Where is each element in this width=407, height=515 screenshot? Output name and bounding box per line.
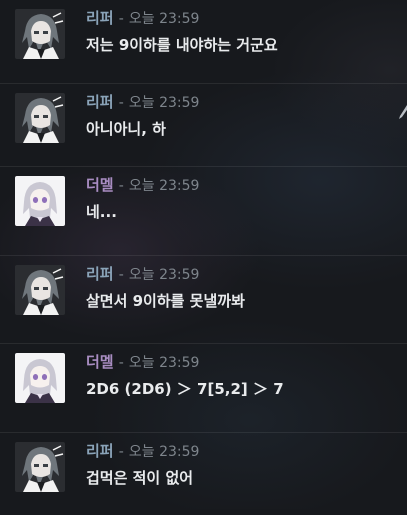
message-text: 2D6 (2D6) ＞ 7[5,2] ＞ 7 (86, 380, 284, 398)
gray-haired-character-avatar-icon (15, 442, 65, 492)
message-text: 아니아니, 하 (86, 120, 166, 138)
white-haired-character-avatar-icon (15, 176, 65, 226)
separator: - (118, 444, 124, 460)
message-text: 겁먹은 적이 없어 (86, 469, 194, 487)
message-text: 네... (86, 203, 117, 221)
avatar[interactable] (15, 9, 65, 59)
author-name[interactable]: 리퍼 (86, 265, 114, 283)
author-name[interactable]: 리퍼 (86, 93, 114, 111)
avatar[interactable] (15, 93, 65, 143)
message-text: 저는 9이하를 내야하는 거군요 (86, 36, 278, 54)
timestamp: 오늘 23:59 (128, 95, 200, 111)
separator: - (118, 95, 124, 111)
chat-message: 리퍼 - 오늘 23:59 겁먹은 적이 없어 (0, 432, 407, 515)
message-header: 더멜 - 오늘 23:59 (86, 175, 199, 195)
avatar[interactable] (15, 442, 65, 492)
timestamp: 오늘 23:59 (128, 178, 200, 194)
chat-message: 리퍼 - 오늘 23:59 살면서 9이하를 못낼까봐 (0, 255, 407, 338)
message-header: 리퍼 - 오늘 23:59 (86, 441, 199, 461)
chat-message: 더멜 - 오늘 23:59 네... (0, 166, 407, 249)
message-header: 더멜 - 오늘 23:59 (86, 352, 199, 372)
gray-haired-character-avatar-icon (15, 9, 65, 59)
timestamp: 오늘 23:59 (128, 355, 200, 371)
separator: - (118, 11, 124, 27)
gray-haired-character-avatar-icon (15, 265, 65, 315)
author-name[interactable]: 더멜 (86, 176, 114, 194)
separator: - (118, 178, 124, 194)
message-header: 리퍼 - 오늘 23:59 (86, 8, 199, 28)
timestamp: 오늘 23:59 (128, 11, 200, 27)
author-name[interactable]: 리퍼 (86, 442, 114, 460)
chat-message: 리퍼 - 오늘 23:59 아니아니, 하 (0, 83, 407, 166)
avatar[interactable] (15, 176, 65, 226)
gray-haired-character-avatar-icon (15, 93, 65, 143)
avatar[interactable] (15, 265, 65, 315)
message-header: 리퍼 - 오늘 23:59 (86, 264, 199, 284)
author-name[interactable]: 더멜 (86, 353, 114, 371)
author-name[interactable]: 리퍼 (86, 9, 114, 27)
timestamp: 오늘 23:59 (128, 444, 200, 460)
timestamp: 오늘 23:59 (128, 267, 200, 283)
separator: - (118, 355, 124, 371)
chat-message: 더멜 - 오늘 23:59 2D6 (2D6) ＞ 7[5,2] ＞ 7 (0, 343, 407, 426)
message-text: 살면서 9이하를 못낼까봐 (86, 292, 245, 310)
avatar[interactable] (15, 353, 65, 403)
separator: - (118, 267, 124, 283)
message-header: 리퍼 - 오늘 23:59 (86, 92, 199, 112)
white-haired-character-avatar-icon (15, 353, 65, 403)
pencil-icon[interactable] (397, 104, 407, 120)
chat-message: 리퍼 - 오늘 23:59 저는 9이하를 내야하는 거군요 (0, 0, 407, 83)
